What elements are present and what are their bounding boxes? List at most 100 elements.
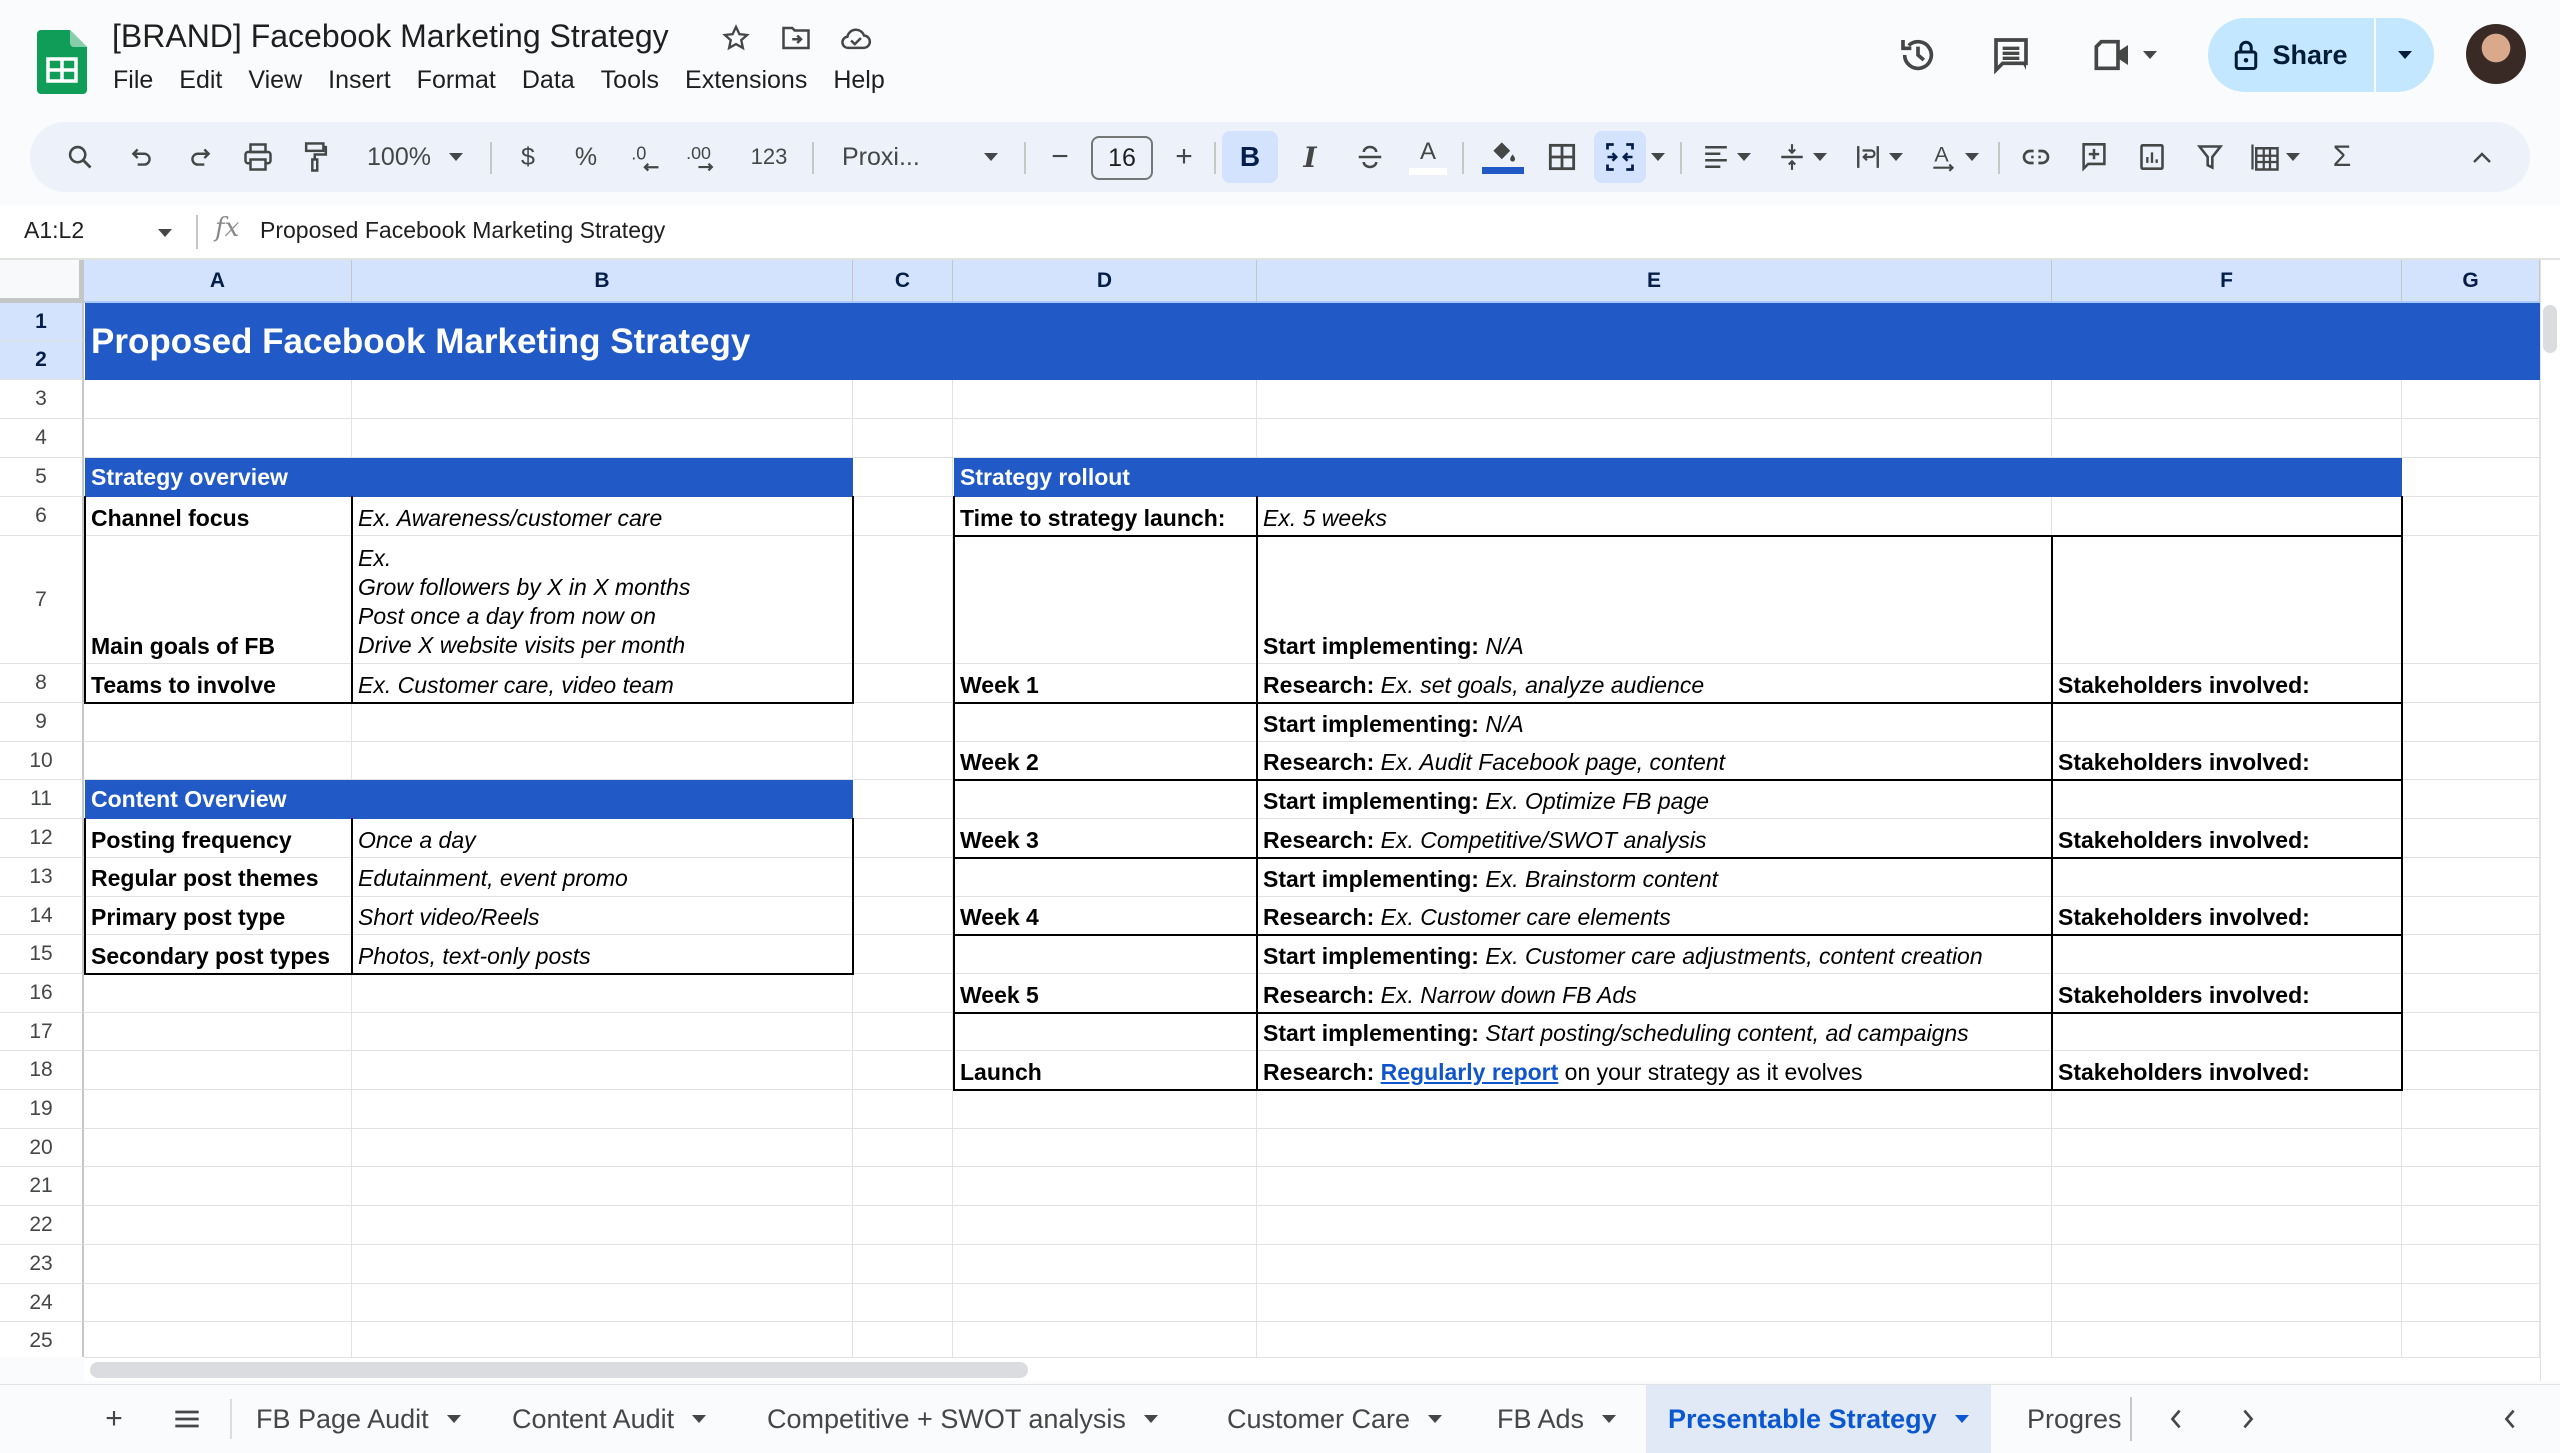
start-implementing-cell[interactable]: Start implementing: N/A	[1257, 536, 2052, 664]
horizontal-scroll-thumb[interactable]	[90, 1362, 1028, 1378]
main-goals-value[interactable]: Ex. Grow followers by X in X months Post…	[352, 536, 853, 664]
regularly-report-link[interactable]: Regularly report	[1381, 1059, 1559, 1086]
primary-post-type-value[interactable]: Short video/Reels	[352, 896, 853, 935]
hide-menus-button[interactable]	[2460, 122, 2504, 192]
stakeholders-cell[interactable]: Stakeholders involved:	[2052, 935, 2402, 1013]
share-dropdown-button[interactable]	[2376, 18, 2434, 92]
row-header-22[interactable]: 22	[0, 1206, 84, 1245]
strikethrough-button[interactable]	[1348, 122, 1392, 192]
launch-time-label[interactable]: Time to strategy launch:	[954, 497, 1257, 536]
week-name[interactable]: Week 2	[954, 703, 1257, 780]
bold-button[interactable]: B	[1222, 131, 1278, 183]
menu-format[interactable]: Format	[404, 66, 509, 95]
row-header-19[interactable]: 19	[0, 1090, 84, 1129]
start-implementing-cell[interactable]: Start implementing: Start posting/schedu…	[1257, 1013, 2052, 1051]
format-currency-button[interactable]: $	[508, 122, 548, 192]
sheet-tab-customer-care[interactable]: Customer Care	[1205, 1385, 1464, 1453]
zoom-select[interactable]: 100%	[360, 122, 470, 192]
scroll-tabs-left-button[interactable]	[2156, 1385, 2196, 1453]
column-header-b[interactable]: B	[352, 260, 853, 303]
all-sheets-button[interactable]	[165, 1385, 209, 1453]
font-family-select[interactable]: Proxi...	[830, 122, 1010, 192]
research-cell[interactable]: Research: Ex. Narrow down FB Ads	[1257, 974, 2052, 1013]
insert-link-button[interactable]	[2014, 122, 2058, 192]
user-avatar[interactable]	[2466, 24, 2526, 84]
row-header-5[interactable]: 5	[0, 458, 84, 497]
sheet-tab-fb-ads[interactable]: FB Ads	[1475, 1385, 1638, 1453]
menu-view[interactable]: View	[235, 66, 315, 95]
row-header-20[interactable]: 20	[0, 1129, 84, 1167]
menu-tools[interactable]: Tools	[588, 66, 672, 95]
row-header-17[interactable]: 17	[0, 1013, 84, 1051]
side-panel-toggle-button[interactable]	[2490, 1385, 2530, 1453]
start-implementing-cell[interactable]: Start implementing: Ex. Optimize FB page	[1257, 780, 2052, 819]
comments-icon[interactable]	[1990, 34, 2032, 76]
share-button[interactable]: Share	[2208, 18, 2374, 92]
text-rotation-button[interactable]: A	[1922, 122, 1988, 192]
row-header-8[interactable]: 8	[0, 664, 84, 703]
vertical-align-button[interactable]	[1770, 122, 1836, 192]
increase-decimal-button[interactable]: .00	[682, 122, 726, 192]
research-cell[interactable]: Research: Regularly report on your strat…	[1257, 1051, 2052, 1090]
start-implementing-cell[interactable]: Start implementing: Ex. Brainstorm conte…	[1257, 858, 2052, 897]
sheet-tab-presentable-strategy[interactable]: Presentable Strategy	[1646, 1385, 1991, 1453]
stakeholders-cell[interactable]: Stakeholders involved:	[2052, 536, 2402, 703]
title-banner[interactable]: Proposed Facebook Marketing Strategy	[85, 303, 2540, 380]
column-header-f[interactable]: F	[2052, 260, 2402, 303]
row-header-6[interactable]: 6	[0, 497, 84, 536]
teams-label[interactable]: Teams to involve	[85, 664, 352, 703]
insert-chart-button[interactable]	[2130, 122, 2174, 192]
decrease-decimal-button[interactable]: .0	[624, 122, 668, 192]
sheet-tab-fb-page-audit[interactable]: FB Page Audit	[234, 1385, 483, 1453]
research-cell[interactable]: Research: Ex. Audit Facebook page, conte…	[1257, 742, 2052, 780]
row-header-7[interactable]: 7	[0, 536, 84, 664]
main-goals-label[interactable]: Main goals of FB	[85, 536, 352, 664]
font-size-input[interactable]: 16	[1091, 136, 1153, 180]
stakeholders-cell[interactable]: Stakeholders involved:	[2052, 1013, 2402, 1090]
post-themes-label[interactable]: Regular post themes	[85, 857, 352, 896]
more-formats-button[interactable]: 123	[744, 122, 794, 192]
week-name[interactable]: Week 3	[954, 780, 1257, 858]
menu-insert[interactable]: Insert	[315, 66, 404, 95]
row-header-12[interactable]: 12	[0, 819, 84, 858]
column-header-c[interactable]: C	[853, 260, 953, 303]
posting-frequency-label[interactable]: Posting frequency	[85, 819, 352, 858]
row-header-16[interactable]: 16	[0, 974, 84, 1013]
print-icon[interactable]	[238, 122, 278, 192]
research-cell[interactable]: Research: Ex. set goals, analyze audienc…	[1257, 664, 2052, 703]
week-name[interactable]: Week 4	[954, 858, 1257, 935]
row-header-13[interactable]: 13	[0, 858, 84, 897]
redo-icon[interactable]	[180, 122, 220, 192]
row-header-11[interactable]: 11	[0, 780, 84, 819]
move-to-folder-icon[interactable]	[780, 22, 812, 54]
column-header-a[interactable]: A	[84, 260, 352, 303]
channel-focus-value[interactable]: Ex. Awareness/customer care	[352, 497, 853, 536]
chevron-down-icon[interactable]	[446, 1415, 461, 1423]
primary-post-type-label[interactable]: Primary post type	[85, 896, 352, 935]
row-header-4[interactable]: 4	[0, 419, 84, 458]
table-button[interactable]	[2242, 122, 2308, 192]
increase-font-size-icon[interactable]: +	[1164, 122, 1204, 192]
row-header-24[interactable]: 24	[0, 1284, 84, 1322]
add-sheet-button[interactable]: +	[92, 1385, 136, 1453]
stakeholders-cell[interactable]: Stakeholders involved:	[2052, 858, 2402, 935]
week-name[interactable]: Week 1	[954, 536, 1257, 703]
row-header-21[interactable]: 21	[0, 1167, 84, 1206]
vertical-scrollbar[interactable]	[2540, 260, 2560, 1381]
chevron-down-icon[interactable]	[1602, 1415, 1617, 1423]
chevron-down-icon[interactable]	[692, 1415, 707, 1423]
insert-comment-button[interactable]	[2072, 122, 2116, 192]
merge-type-dropdown[interactable]	[1646, 122, 1670, 192]
start-implementing-cell[interactable]: Start implementing: Ex. Customer care ad…	[1257, 935, 2052, 974]
spreadsheet-grid[interactable]: ABCDEFG 1 2 3 4 5 6 7 8 9 10 11 12 13 14 15 16 17 18 19 20 2…	[0, 260, 2540, 1357]
version-history-icon[interactable]	[1897, 34, 1939, 76]
research-cell[interactable]: Research: Ex. Competitive/SWOT analysis	[1257, 819, 2052, 858]
teams-value[interactable]: Ex. Customer care, video team	[352, 664, 853, 703]
sheet-tab-progres[interactable]: Progres	[2005, 1385, 2130, 1453]
strategy-overview-header[interactable]: Strategy overview	[85, 458, 853, 497]
create-filter-button[interactable]	[2188, 122, 2232, 192]
research-cell[interactable]: Research: Ex. Customer care elements	[1257, 897, 2052, 935]
start-implementing-cell[interactable]: Start implementing: N/A	[1257, 703, 2052, 742]
document-title[interactable]: [BRAND] Facebook Marketing Strategy	[112, 18, 669, 55]
chevron-down-icon[interactable]	[1143, 1415, 1158, 1423]
